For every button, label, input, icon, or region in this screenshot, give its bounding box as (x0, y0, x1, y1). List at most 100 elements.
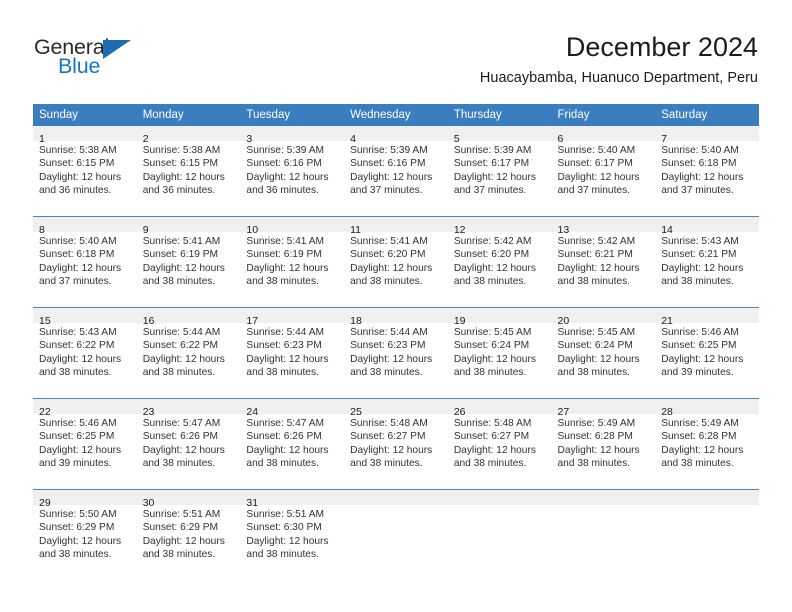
day-details: Sunrise: 5:41 AM Sunset: 6:20 PM Daylight:… (344, 232, 448, 288)
calendar-day-cell[interactable]: 28 Sunrise: 5:49 AM Sunset: 6:28 PM Dayligh… (655, 398, 759, 490)
general-blue-logo[interactable]: General Blue (34, 36, 234, 82)
daylight-text-line1: Daylight: 12 hours (246, 262, 329, 274)
calendar-day-cell[interactable]: 29 Sunrise: 5:50 AM Sunset: 6:29 PM Dayligh… (33, 489, 137, 580)
day-cell-content: 28 Sunrise: 5:49 AM Sunset: 6:28 PM Dayligh… (655, 399, 759, 489)
day-cell-content: 14 Sunrise: 5:43 AM Sunset: 6:21 PM Dayligh… (655, 217, 759, 307)
day-details: Sunrise: 5:48 AM Sunset: 6:27 PM Daylight:… (344, 414, 448, 470)
calendar-day-cell[interactable]: 30 Sunrise: 5:51 AM Sunset: 6:29 PM Dayligh… (136, 489, 241, 580)
weekday-header-monday: Monday (136, 104, 241, 126)
calendar-day-cell[interactable]: 4 Sunrise: 5:39 AM Sunset: 6:16 PM Daylight… (344, 126, 448, 217)
calendar-day-cell[interactable]: 12 Sunrise: 5:42 AM Sunset: 6:20 PM Dayligh… (447, 216, 552, 308)
day-number-band: 30 (136, 490, 241, 509)
day-number-band: 26 (447, 399, 552, 418)
weekday-header-thursday: Thursday (447, 104, 552, 126)
day-number-band: 8 (33, 217, 137, 236)
daylight-text-line1: Daylight: 12 hours (246, 444, 329, 456)
sunset-text: Sunset: 6:26 PM (246, 431, 322, 443)
day-cell-content: 24 Sunrise: 5:47 AM Sunset: 6:26 PM Dayligh… (240, 399, 345, 489)
calendar-day-cell[interactable]: 9 Sunrise: 5:41 AM Sunset: 6:19 PM Daylight… (136, 216, 241, 308)
daylight-text-line2: and 38 minutes. (453, 366, 527, 378)
calendar-day-cell[interactable]: 18 Sunrise: 5:44 AM Sunset: 6:23 PM Dayligh… (344, 307, 448, 399)
day-number-band: 11 (344, 217, 448, 236)
day-cell-content: 8 Sunrise: 5:40 AM Sunset: 6:18 PM Daylight… (33, 217, 137, 307)
calendar-day-cell[interactable] (655, 489, 759, 580)
calendar-day-cell[interactable]: 16 Sunrise: 5:44 AM Sunset: 6:22 PM Dayligh… (136, 307, 241, 399)
calendar-day-cell[interactable]: 27 Sunrise: 5:49 AM Sunset: 6:28 PM Dayligh… (551, 398, 656, 490)
calendar-day-cell[interactable]: 22 Sunrise: 5:46 AM Sunset: 6:25 PM Dayligh… (33, 398, 137, 490)
day-details: Sunrise: 5:49 AM Sunset: 6:28 PM Daylight:… (655, 414, 759, 470)
day-details: Sunrise: 5:41 AM Sunset: 6:19 PM Daylight:… (240, 232, 344, 288)
day-details: Sunrise: 5:42 AM Sunset: 6:21 PM Daylight:… (552, 232, 656, 288)
calendar-day-cell[interactable]: 15 Sunrise: 5:43 AM Sunset: 6:22 PM Dayligh… (33, 307, 137, 399)
sunset-text: Sunset: 6:23 PM (246, 340, 322, 352)
daylight-text-line1: Daylight: 12 hours (142, 444, 225, 456)
calendar-day-cell[interactable]: 20 Sunrise: 5:45 AM Sunset: 6:24 PM Dayligh… (551, 307, 656, 399)
daylight-text-line1: Daylight: 12 hours (661, 171, 744, 183)
day-cell-content: 7 Sunrise: 5:40 AM Sunset: 6:18 PM Daylight… (655, 126, 759, 216)
calendar-day-cell[interactable]: 24 Sunrise: 5:47 AM Sunset: 6:26 PM Dayligh… (240, 398, 345, 490)
calendar-day-cell[interactable]: 25 Sunrise: 5:48 AM Sunset: 6:27 PM Dayligh… (344, 398, 448, 490)
calendar-day-cell[interactable]: 6 Sunrise: 5:40 AM Sunset: 6:17 PM Daylight… (551, 126, 656, 217)
daylight-text-line2: and 39 minutes. (661, 366, 734, 378)
day-cell-content (344, 490, 448, 580)
day-cell-content: 2 Sunrise: 5:38 AM Sunset: 6:15 PM Daylight… (136, 126, 241, 216)
day-number-band: 23 (136, 399, 241, 418)
day-number-band: 12 (447, 217, 552, 236)
calendar-day-cell[interactable]: 2 Sunrise: 5:38 AM Sunset: 6:15 PM Daylight… (136, 126, 241, 217)
calendar-week-row: 29 Sunrise: 5:50 AM Sunset: 6:29 PM Dayligh… (33, 489, 759, 580)
sunrise-text: Sunrise: 5:50 AM (39, 509, 117, 520)
calendar-day-cell[interactable]: 26 Sunrise: 5:48 AM Sunset: 6:27 PM Dayligh… (447, 398, 552, 490)
calendar-day-cell[interactable]: 7 Sunrise: 5:40 AM Sunset: 6:18 PM Daylight… (655, 126, 759, 217)
daylight-text-line1: Daylight: 12 hours (350, 353, 433, 365)
daylight-text-line1: Daylight: 12 hours (661, 353, 744, 365)
daylight-text-line1: Daylight: 12 hours (142, 535, 225, 547)
calendar-day-cell[interactable]: 8 Sunrise: 5:40 AM Sunset: 6:18 PM Daylight… (33, 216, 137, 308)
calendar-day-cell[interactable]: 17 Sunrise: 5:44 AM Sunset: 6:23 PM Dayligh… (240, 307, 345, 399)
sunset-text: Sunset: 6:23 PM (350, 340, 426, 352)
calendar-day-cell[interactable]: 3 Sunrise: 5:39 AM Sunset: 6:16 PM Daylight… (240, 126, 345, 217)
calendar-day-cell[interactable]: 21 Sunrise: 5:46 AM Sunset: 6:25 PM Dayligh… (655, 307, 759, 399)
day-number-band (655, 490, 759, 505)
daylight-text-line2: and 38 minutes. (557, 366, 631, 378)
sunrise-text: Sunrise: 5:47 AM (246, 418, 324, 429)
sunset-text: Sunset: 6:16 PM (246, 158, 322, 170)
calendar-day-cell[interactable] (551, 489, 656, 580)
day-cell-content: 21 Sunrise: 5:46 AM Sunset: 6:25 PM Dayligh… (655, 308, 759, 398)
daylight-text-line2: and 38 minutes. (246, 548, 319, 560)
day-details: Sunrise: 5:38 AM Sunset: 6:15 PM Daylight:… (137, 141, 241, 197)
day-cell-content: 5 Sunrise: 5:39 AM Sunset: 6:17 PM Daylight… (447, 126, 552, 216)
sunrise-text: Sunrise: 5:41 AM (246, 236, 324, 247)
day-cell-content: 20 Sunrise: 5:45 AM Sunset: 6:24 PM Dayligh… (551, 308, 656, 398)
calendar-day-cell[interactable]: 1 Sunrise: 5:38 AM Sunset: 6:15 PM Daylight… (33, 126, 137, 217)
calendar-day-cell[interactable]: 11 Sunrise: 5:41 AM Sunset: 6:20 PM Dayligh… (344, 216, 448, 308)
calendar-day-cell[interactable] (447, 489, 552, 580)
day-details: Sunrise: 5:45 AM Sunset: 6:24 PM Daylight:… (448, 323, 552, 379)
day-cell-content: 11 Sunrise: 5:41 AM Sunset: 6:20 PM Dayligh… (344, 217, 448, 307)
sunset-text: Sunset: 6:30 PM (246, 522, 322, 534)
daylight-text-line1: Daylight: 12 hours (350, 444, 433, 456)
day-cell-content: 9 Sunrise: 5:41 AM Sunset: 6:19 PM Daylight… (136, 217, 241, 307)
sunrise-text: Sunrise: 5:46 AM (39, 418, 117, 429)
calendar-day-cell[interactable]: 13 Sunrise: 5:42 AM Sunset: 6:21 PM Dayligh… (551, 216, 656, 308)
calendar-day-cell[interactable] (344, 489, 448, 580)
calendar-day-cell[interactable]: 23 Sunrise: 5:47 AM Sunset: 6:26 PM Dayligh… (136, 398, 241, 490)
sunrise-text: Sunrise: 5:45 AM (453, 327, 532, 338)
day-details: Sunrise: 5:44 AM Sunset: 6:23 PM Daylight:… (344, 323, 448, 379)
calendar-day-cell[interactable]: 19 Sunrise: 5:45 AM Sunset: 6:24 PM Dayligh… (447, 307, 552, 399)
day-number-band: 15 (33, 308, 137, 327)
calendar-day-cell[interactable]: 14 Sunrise: 5:43 AM Sunset: 6:21 PM Dayligh… (655, 216, 759, 308)
calendar-day-cell[interactable]: 5 Sunrise: 5:39 AM Sunset: 6:17 PM Daylight… (447, 126, 552, 217)
sunrise-text: Sunrise: 5:38 AM (39, 145, 117, 156)
day-cell-content: 12 Sunrise: 5:42 AM Sunset: 6:20 PM Dayligh… (447, 217, 552, 307)
sunset-text: Sunset: 6:19 PM (142, 249, 219, 261)
sunrise-text: Sunrise: 5:38 AM (142, 145, 221, 156)
day-details: Sunrise: 5:42 AM Sunset: 6:20 PM Daylight:… (448, 232, 552, 288)
calendar-day-cell[interactable]: 31 Sunrise: 5:51 AM Sunset: 6:30 PM Dayligh… (240, 489, 345, 580)
day-number-band: 19 (447, 308, 552, 327)
sunrise-text: Sunrise: 5:48 AM (350, 418, 428, 429)
day-details: Sunrise: 5:45 AM Sunset: 6:24 PM Daylight:… (552, 323, 656, 379)
sunrise-text: Sunrise: 5:40 AM (661, 145, 739, 156)
daylight-text-line2: and 38 minutes. (39, 548, 112, 560)
calendar-day-cell[interactable]: 10 Sunrise: 5:41 AM Sunset: 6:19 PM Dayligh… (240, 216, 345, 308)
day-cell-content: 27 Sunrise: 5:49 AM Sunset: 6:28 PM Dayligh… (551, 399, 656, 489)
